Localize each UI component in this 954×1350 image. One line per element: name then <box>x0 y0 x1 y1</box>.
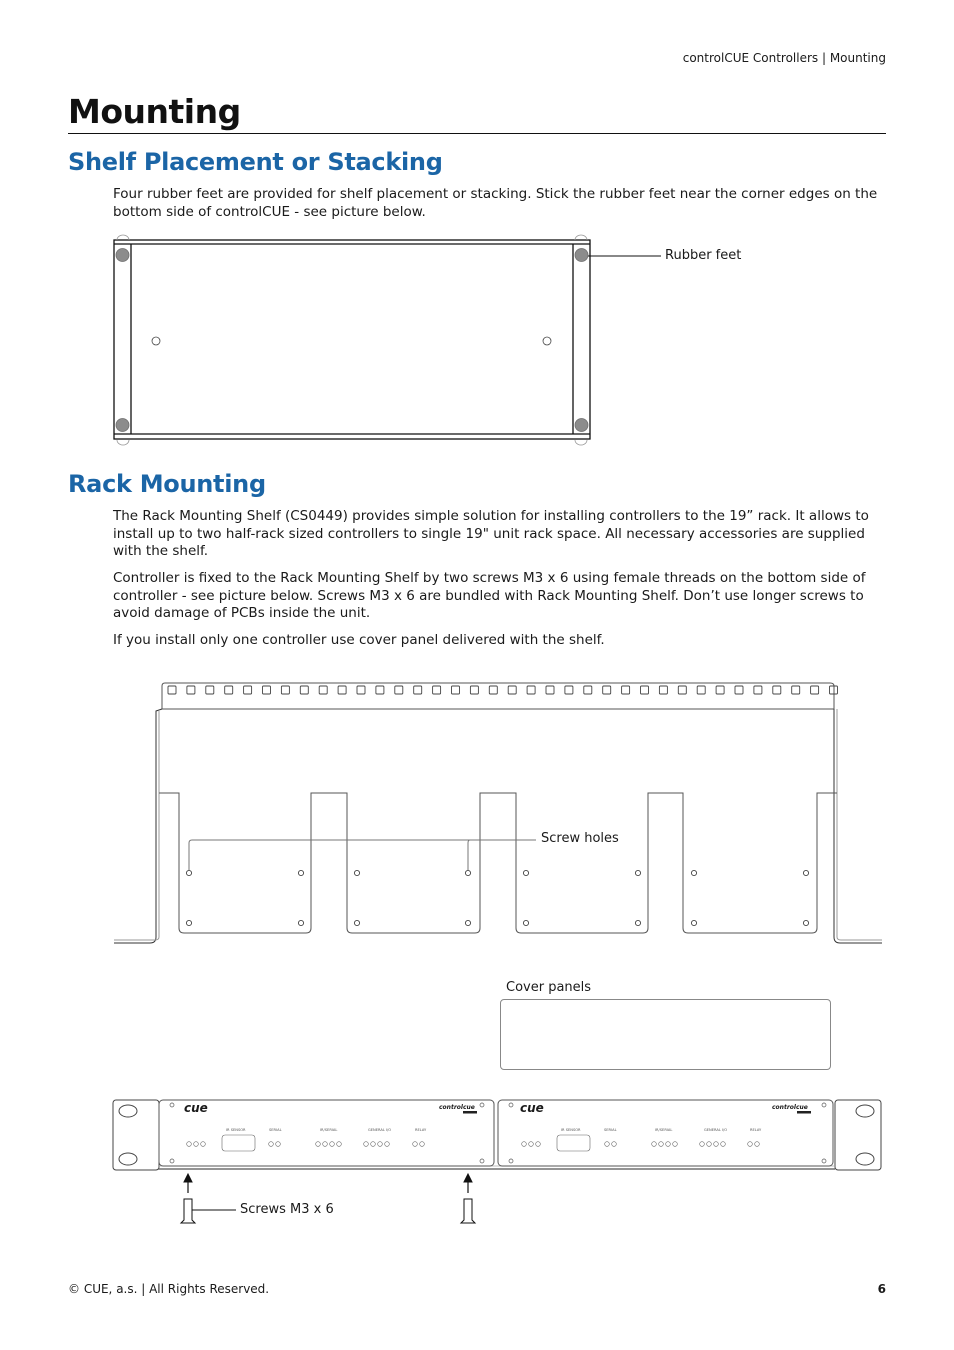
controlcue-logo: controlcue <box>772 1104 808 1111</box>
rail-slot <box>507 685 517 695</box>
rail-slot <box>772 685 782 695</box>
rail-slot <box>469 685 479 695</box>
svg-text:SERIAL: SERIAL <box>604 1128 617 1132</box>
rack-ear-right <box>834 1099 882 1171</box>
running-header: controlCUE Controllers | Mounting <box>682 51 886 65</box>
section-heading-shelf-placement: Shelf Placement or Stacking <box>68 148 443 176</box>
rail-slot <box>413 685 423 695</box>
rail-slot <box>262 685 271 695</box>
rail-slot <box>526 685 536 695</box>
rubber-foot-top-right <box>574 248 589 262</box>
svg-text:GENERAL I/O: GENERAL I/O <box>704 1128 727 1132</box>
controller-bottom-outline <box>113 239 591 440</box>
rail-slot <box>243 685 253 695</box>
rubber-feet-figure <box>113 234 661 446</box>
label-ir-serial: IR/SERIAL <box>320 1128 337 1132</box>
rack-shelf-outline <box>114 682 882 944</box>
footer-copyright: © CUE, a.s. | All Rights Reserved. <box>68 1282 270 1296</box>
cover-panels-callout: Cover panels <box>506 980 592 995</box>
screw-arrow-icons <box>183 1172 473 1193</box>
rail-slot-icons <box>167 685 838 695</box>
shelf-placement-paragraph: Four rubber feet are provided for shelf … <box>113 186 878 220</box>
rubber-foot-icons <box>115 248 589 432</box>
rail-slot <box>715 685 725 695</box>
screw-holes-leader-line <box>188 839 536 870</box>
screws-callout: Screws M3 x 6 <box>240 1202 334 1217</box>
rail-slot <box>318 685 328 695</box>
rail-slot <box>602 685 612 695</box>
rail-slot <box>810 685 820 695</box>
rail-slot <box>753 685 763 695</box>
thread-hole-icons <box>151 336 552 346</box>
rack-ear-left <box>112 1099 160 1171</box>
rail-slot <box>167 685 177 695</box>
rail-slot <box>658 685 668 695</box>
rail-slot <box>205 685 215 695</box>
rail-slot <box>394 685 404 695</box>
label-serial: SERIAL <box>269 1128 282 1132</box>
rack-mounting-paragraph-3: If you install only one controller use c… <box>113 632 605 648</box>
controlcue-logo: controlcue <box>439 1104 475 1111</box>
rack-shelf-figure <box>114 682 882 944</box>
rail-slot <box>734 685 744 695</box>
svg-text:IR/SERIAL: IR/SERIAL <box>655 1128 672 1132</box>
rack-mounting-paragraph-1: The Rack Mounting Shelf (CS0449) provide… <box>113 508 869 559</box>
rail-slot <box>696 685 706 695</box>
label-relay: RELAY <box>415 1128 427 1132</box>
rack-mounting-paragraph-2: Controller is fixed to the Rack Mounting… <box>113 570 866 621</box>
cue-logo: cue <box>184 1101 208 1115</box>
rail-slot <box>583 685 593 695</box>
rail-slot <box>432 685 442 695</box>
cue-logo: cue <box>520 1101 544 1115</box>
page-title: Mounting <box>68 92 241 131</box>
rail-slot <box>677 685 687 695</box>
rail-slot <box>356 685 366 695</box>
rail-slot <box>488 685 498 695</box>
rubber-foot-bottom-left <box>115 418 130 432</box>
rail-slot <box>375 685 385 695</box>
rail-slot <box>545 685 555 695</box>
rail-slot <box>299 685 309 695</box>
rail-slot <box>451 685 460 695</box>
page-number: 6 <box>877 1282 886 1296</box>
rail-slot <box>791 685 801 695</box>
screw-holes-callout: Screw holes <box>541 831 619 846</box>
rubber-feet-callout: Rubber feet <box>665 248 742 263</box>
rail-slot <box>621 685 631 695</box>
rail-slot <box>640 685 649 695</box>
rail-slot <box>186 685 196 695</box>
screw-hole-icons <box>185 869 810 927</box>
controller-front-right: cue controlcue IR SENSOR SERIAL IR/SERIA… <box>497 1099 834 1167</box>
rail-slot <box>337 685 347 695</box>
title-divider <box>68 133 886 134</box>
label-general-io: GENERAL I/O <box>368 1128 391 1132</box>
rubber-foot-bottom-right <box>574 418 589 432</box>
cover-panel-drawing <box>500 999 831 1070</box>
controller-front-left: cue controlcue IR SENSOR SERIAL IR/SERIA… <box>158 1099 495 1167</box>
rack-front-figure: cue controlcue IR SENSOR SERIAL IR/SERIA… <box>112 1099 882 1224</box>
section-heading-rack-mounting: Rack Mounting <box>68 470 266 498</box>
rubber-foot-top-left <box>115 248 130 262</box>
svg-text:RELAY: RELAY <box>750 1128 762 1132</box>
label-ir-sensor: IR SENSOR <box>226 1128 246 1132</box>
svg-text:IR SENSOR: IR SENSOR <box>561 1128 581 1132</box>
rail-slot <box>280 685 290 695</box>
rail-slot <box>564 685 574 695</box>
rail-slot <box>224 685 234 695</box>
